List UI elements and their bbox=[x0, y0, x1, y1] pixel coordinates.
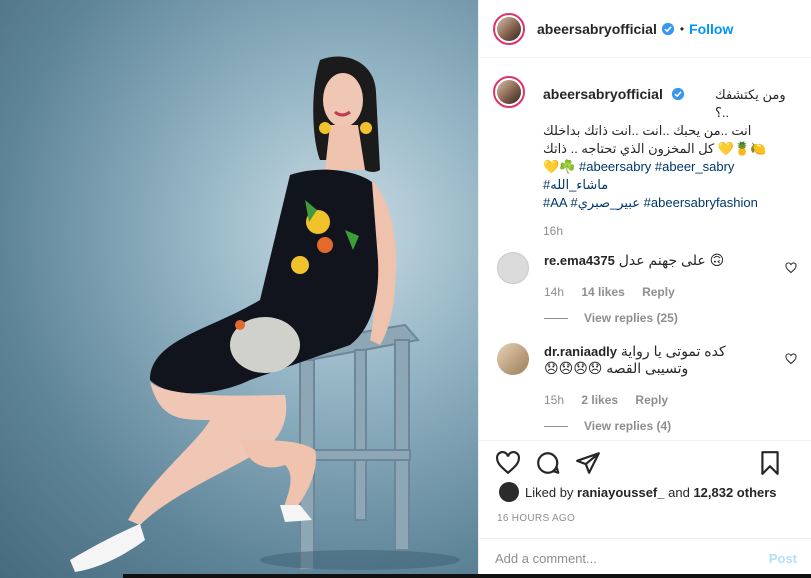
share-send-icon[interactable] bbox=[575, 450, 601, 476]
liked-by: Liked by raniayoussef_ and 12,832 others bbox=[499, 482, 777, 502]
comment-likes[interactable]: 14 likes bbox=[581, 285, 624, 299]
caption-line: 🍋🍍💛 كل المخزون الذي تحتاجه .. ذاتك bbox=[543, 141, 767, 156]
hashtag-link[interactable]: #ماشاء_الله bbox=[543, 177, 608, 192]
separator-dot: • bbox=[679, 21, 685, 36]
caption-avatar[interactable] bbox=[493, 76, 525, 108]
hashtag-link[interactable]: #AA bbox=[543, 195, 567, 210]
add-comment-bar: Add a comment... Post bbox=[479, 538, 811, 578]
liked-by-and: and bbox=[668, 484, 690, 500]
comment-text: على جهنم عدل 🙃 bbox=[618, 252, 725, 268]
comment-item: re.ema4375 على جهنم عدل 🙃 14h 14 likes R… bbox=[493, 252, 797, 325]
commenter-username[interactable]: dr.raniaadly bbox=[544, 344, 617, 359]
comment-text: وتسيبى القصه 😞😞😞😞 bbox=[544, 360, 689, 376]
liked-by-prefix: Liked by bbox=[525, 484, 574, 500]
add-comment-input[interactable]: Add a comment... bbox=[495, 551, 769, 566]
view-replies-button[interactable]: View replies (25) bbox=[544, 311, 797, 325]
like-comment-heart-icon[interactable] bbox=[785, 353, 797, 365]
action-bar bbox=[479, 440, 811, 484]
commenter-avatar[interactable] bbox=[497, 343, 529, 375]
post-comment-button[interactable]: Post bbox=[769, 551, 797, 566]
hashtag-link[interactable]: #abeersabry bbox=[579, 159, 651, 174]
post-timestamp[interactable]: 16 HOURS AGO bbox=[497, 513, 575, 524]
reply-button[interactable]: Reply bbox=[642, 285, 675, 299]
others-count[interactable]: 12,832 others bbox=[693, 485, 776, 500]
caption-line: انت ..من يحبك ..انت ..انت ذاتك بداخلك bbox=[543, 123, 752, 138]
follow-button[interactable]: Follow bbox=[689, 21, 733, 37]
comment-time[interactable]: 14h bbox=[544, 285, 564, 299]
photo-illustration bbox=[70, 56, 460, 572]
comment-text: كده تموتى يا رواية bbox=[620, 343, 726, 359]
caption-username[interactable]: abeersabryofficial bbox=[543, 86, 663, 102]
post-header: abeersabryofficial • Follow bbox=[479, 0, 811, 58]
commenter-username[interactable]: re.ema4375 bbox=[544, 253, 615, 268]
save-bookmark-icon[interactable] bbox=[757, 450, 783, 476]
verified-badge-icon bbox=[671, 87, 684, 101]
hashtag-link[interactable]: #abeersabryfashion bbox=[644, 195, 758, 210]
liker-avatar[interactable] bbox=[499, 482, 519, 502]
commenter-avatar[interactable] bbox=[497, 252, 529, 284]
replies-divider bbox=[544, 317, 568, 319]
caption-time[interactable]: 16h bbox=[543, 224, 797, 238]
post-panel: abeersabryofficial • Follow abeersabryof… bbox=[478, 0, 811, 578]
caption-emoji: 💛☘️ bbox=[543, 159, 576, 174]
comment-time[interactable]: 15h bbox=[544, 393, 564, 407]
caption: abeersabryofficial ومن يكتشفك ..؟ انت ..… bbox=[493, 70, 797, 238]
reply-button[interactable]: Reply bbox=[635, 393, 668, 407]
hashtag-link[interactable]: #عبير_صبري bbox=[570, 195, 640, 210]
view-replies-label: View replies (25) bbox=[584, 311, 678, 325]
view-replies-button[interactable]: View replies (4) bbox=[544, 419, 797, 433]
bottom-edge-bar bbox=[123, 574, 811, 578]
post-photo[interactable] bbox=[0, 0, 478, 578]
view-replies-label: View replies (4) bbox=[584, 419, 672, 433]
comments-list[interactable]: abeersabryofficial ومن يكتشفك ..؟ انت ..… bbox=[493, 70, 797, 440]
comment-item: dr.raniaadly كده تموتى يا رواية وتسيبى ا… bbox=[493, 343, 797, 433]
comment-likes[interactable]: 2 likes bbox=[581, 393, 618, 407]
comment-bubble-icon[interactable] bbox=[535, 450, 561, 476]
like-comment-heart-icon[interactable] bbox=[785, 262, 797, 274]
hashtag-link[interactable]: #abeer_sabry bbox=[655, 159, 735, 174]
author-avatar[interactable] bbox=[493, 12, 525, 45]
author-username[interactable]: abeersabryofficial bbox=[537, 21, 657, 37]
like-heart-icon[interactable] bbox=[495, 450, 521, 476]
replies-divider bbox=[544, 425, 568, 427]
verified-badge-icon bbox=[661, 22, 674, 35]
liker-username[interactable]: raniayoussef_ bbox=[577, 485, 664, 500]
